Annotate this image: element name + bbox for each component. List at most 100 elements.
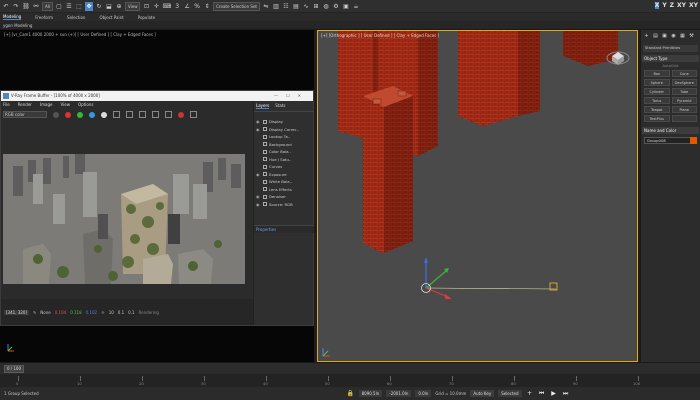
axis-z-button[interactable]: Z [670, 2, 674, 9]
axis-y-button[interactable]: Y [662, 2, 666, 9]
eye-icon[interactable]: ◉ [256, 119, 261, 124]
align-icon[interactable]: ▥ [272, 2, 280, 11]
tab-freeform[interactable]: Freeform [35, 15, 53, 20]
object-color-swatch[interactable] [690, 137, 697, 144]
properties-header[interactable]: Properties [254, 225, 314, 233]
object-type-rollout[interactable]: Object Type [642, 55, 699, 62]
layer-item[interactable]: ◉ Denoiser [256, 193, 313, 201]
vfb-title-bar[interactable]: V-Ray Frame Buffer - [100% of 4000 x 200… [1, 91, 313, 101]
move-icon[interactable]: ✥ [84, 1, 93, 11]
layer-explorer-icon[interactable]: ☷ [282, 2, 290, 11]
go-to-start-icon[interactable]: ⏮ [538, 390, 546, 398]
pyramid-button[interactable]: Pyramid [671, 97, 697, 104]
tab-populate[interactable]: Populate [138, 15, 155, 20]
z-coordinate[interactable]: 0.0ln [415, 390, 432, 397]
eye-icon[interactable]: ◉ [256, 127, 261, 132]
red-channel-icon[interactable] [65, 111, 71, 118]
percent-snap-icon[interactable]: % [193, 2, 201, 11]
cone-button[interactable]: Cone [671, 70, 697, 77]
selection-filter-dropdown[interactable]: All [42, 1, 53, 11]
cylinder-button[interactable]: Cylinder [644, 88, 670, 95]
layer-item[interactable]: ◉ Display [256, 118, 313, 126]
stop-render-icon[interactable] [178, 111, 184, 118]
plane-button[interactable]: Plane [671, 106, 697, 113]
motion-icon[interactable]: ◉ [670, 33, 677, 40]
tab-stats[interactable]: Stats [275, 103, 285, 109]
modify-icon[interactable]: ▤ [652, 33, 659, 40]
tab-modeling[interactable]: Modeling [3, 14, 22, 20]
spinner-snap-icon[interactable]: ⇕ [203, 2, 211, 11]
blue-channel-icon[interactable] [89, 111, 95, 118]
scale-icon[interactable]: ⬓ [105, 2, 113, 11]
name-color-rollout[interactable]: Name and Color [642, 127, 699, 134]
layer-item[interactable]: Lens Effects [256, 186, 313, 194]
eye-icon[interactable]: ◉ [256, 194, 261, 199]
render-last-icon[interactable] [152, 111, 159, 118]
render-setup-icon[interactable]: ⚙ [332, 2, 340, 11]
track-bar[interactable]: 0 10 20 30 40 50 60 70 80 90 100 [0, 374, 700, 387]
primitive-type-dropdown[interactable]: Standard Primitives [643, 45, 698, 52]
layer-item[interactable]: ◉ Exposure [256, 171, 313, 179]
render-icon[interactable]: ☕ [352, 2, 360, 11]
undo-icon[interactable]: ↶ [2, 2, 10, 11]
viewport-label[interactable]: [+] [vr_Cam1 4000 2000 + sun (+)] [ User… [4, 32, 156, 37]
menu-options[interactable]: Options [78, 101, 93, 108]
save-image-icon[interactable] [113, 111, 120, 118]
orthographic-viewport[interactable]: [+] [Orthographic ] [ User Defined ] [ C… [317, 30, 638, 362]
unlink-icon[interactable]: ⚯ [32, 2, 40, 11]
selection-set-dropdown[interactable]: Create Selection Set [213, 1, 260, 11]
object-name-field[interactable]: Group008 [644, 137, 697, 144]
menu-view[interactable]: View [60, 101, 70, 108]
layer-item[interactable]: Background [256, 141, 313, 149]
eye-icon[interactable]: ◉ [256, 202, 261, 207]
utilities-icon[interactable]: ⚒ [688, 33, 695, 40]
mirror-icon[interactable]: ⇋ [262, 2, 270, 11]
y-coordinate[interactable]: -2001.0ln [386, 390, 412, 397]
empty-button[interactable] [671, 115, 697, 122]
axis-xy-alt-button[interactable]: XY [689, 2, 698, 9]
layer-item[interactable]: Lookup Ta.. [256, 133, 313, 141]
create-icon[interactable]: + [643, 33, 650, 40]
viewport-label[interactable]: [+] [Orthographic ] [ User Defined ] [ C… [321, 33, 439, 38]
clear-image-icon[interactable] [126, 111, 133, 118]
time-slider-track[interactable]: 0 / 100 [0, 362, 700, 374]
rendered-frame-icon[interactable]: ▣ [342, 2, 350, 11]
channel-select[interactable]: RGB color [3, 111, 47, 118]
display-icon[interactable]: ▦ [679, 33, 686, 40]
alpha-channel-icon[interactable] [101, 111, 107, 118]
menu-file[interactable]: File [3, 101, 10, 108]
axis-x-button[interactable]: X [654, 2, 660, 9]
go-to-end-icon[interactable]: ⏭ [562, 390, 570, 398]
menu-render[interactable]: Render [18, 101, 32, 108]
viewcube-icon[interactable] [605, 43, 631, 69]
green-channel-icon[interactable] [77, 111, 83, 118]
keyboard-shortcut-icon[interactable]: ⌨ [162, 2, 171, 11]
layer-item[interactable]: Hue / Satu.. [256, 156, 313, 164]
layer-item[interactable]: ◉ Source: RGB [256, 201, 313, 209]
mono-channel-icon[interactable] [53, 111, 59, 118]
teapot-button[interactable]: Teapot [644, 106, 670, 113]
color-mode[interactable]: None [40, 310, 50, 315]
pick-color-icon[interactable]: ✎ [33, 310, 36, 315]
schematic-view-icon[interactable]: ⊞ [312, 2, 320, 11]
tab-selection[interactable]: Selection [67, 15, 85, 20]
box-button[interactable]: Box [644, 70, 670, 77]
time-slider[interactable]: 0 / 100 [4, 365, 24, 373]
hierarchy-icon[interactable]: ▣ [661, 33, 668, 40]
curve-editor-icon[interactable]: ∿ [302, 2, 310, 11]
snap-3d-icon[interactable]: 3 [173, 2, 181, 11]
redo-icon[interactable]: ↷ [12, 2, 20, 11]
lock-selection-icon[interactable]: 🔒 [347, 390, 355, 398]
layer-item[interactable]: Curves [256, 163, 313, 171]
select-by-name-icon[interactable]: ☰ [65, 2, 73, 11]
place-icon[interactable]: ⊕ [115, 2, 123, 11]
layer-item[interactable]: Color Bala.. [256, 148, 313, 156]
pivot-center-icon[interactable]: ⊡ [142, 2, 150, 11]
select-object-icon[interactable]: ▢ [55, 2, 63, 11]
link-icon[interactable]: ⛓ [22, 2, 30, 11]
layer-item[interactable]: White Bala.. [256, 178, 313, 186]
axis-xy-button[interactable]: XY [677, 2, 686, 9]
scene-explorer-icon[interactable]: ▤ [292, 2, 300, 11]
tab-object-paint[interactable]: Object Paint [99, 15, 123, 20]
eye-icon[interactable]: ◉ [256, 172, 261, 177]
